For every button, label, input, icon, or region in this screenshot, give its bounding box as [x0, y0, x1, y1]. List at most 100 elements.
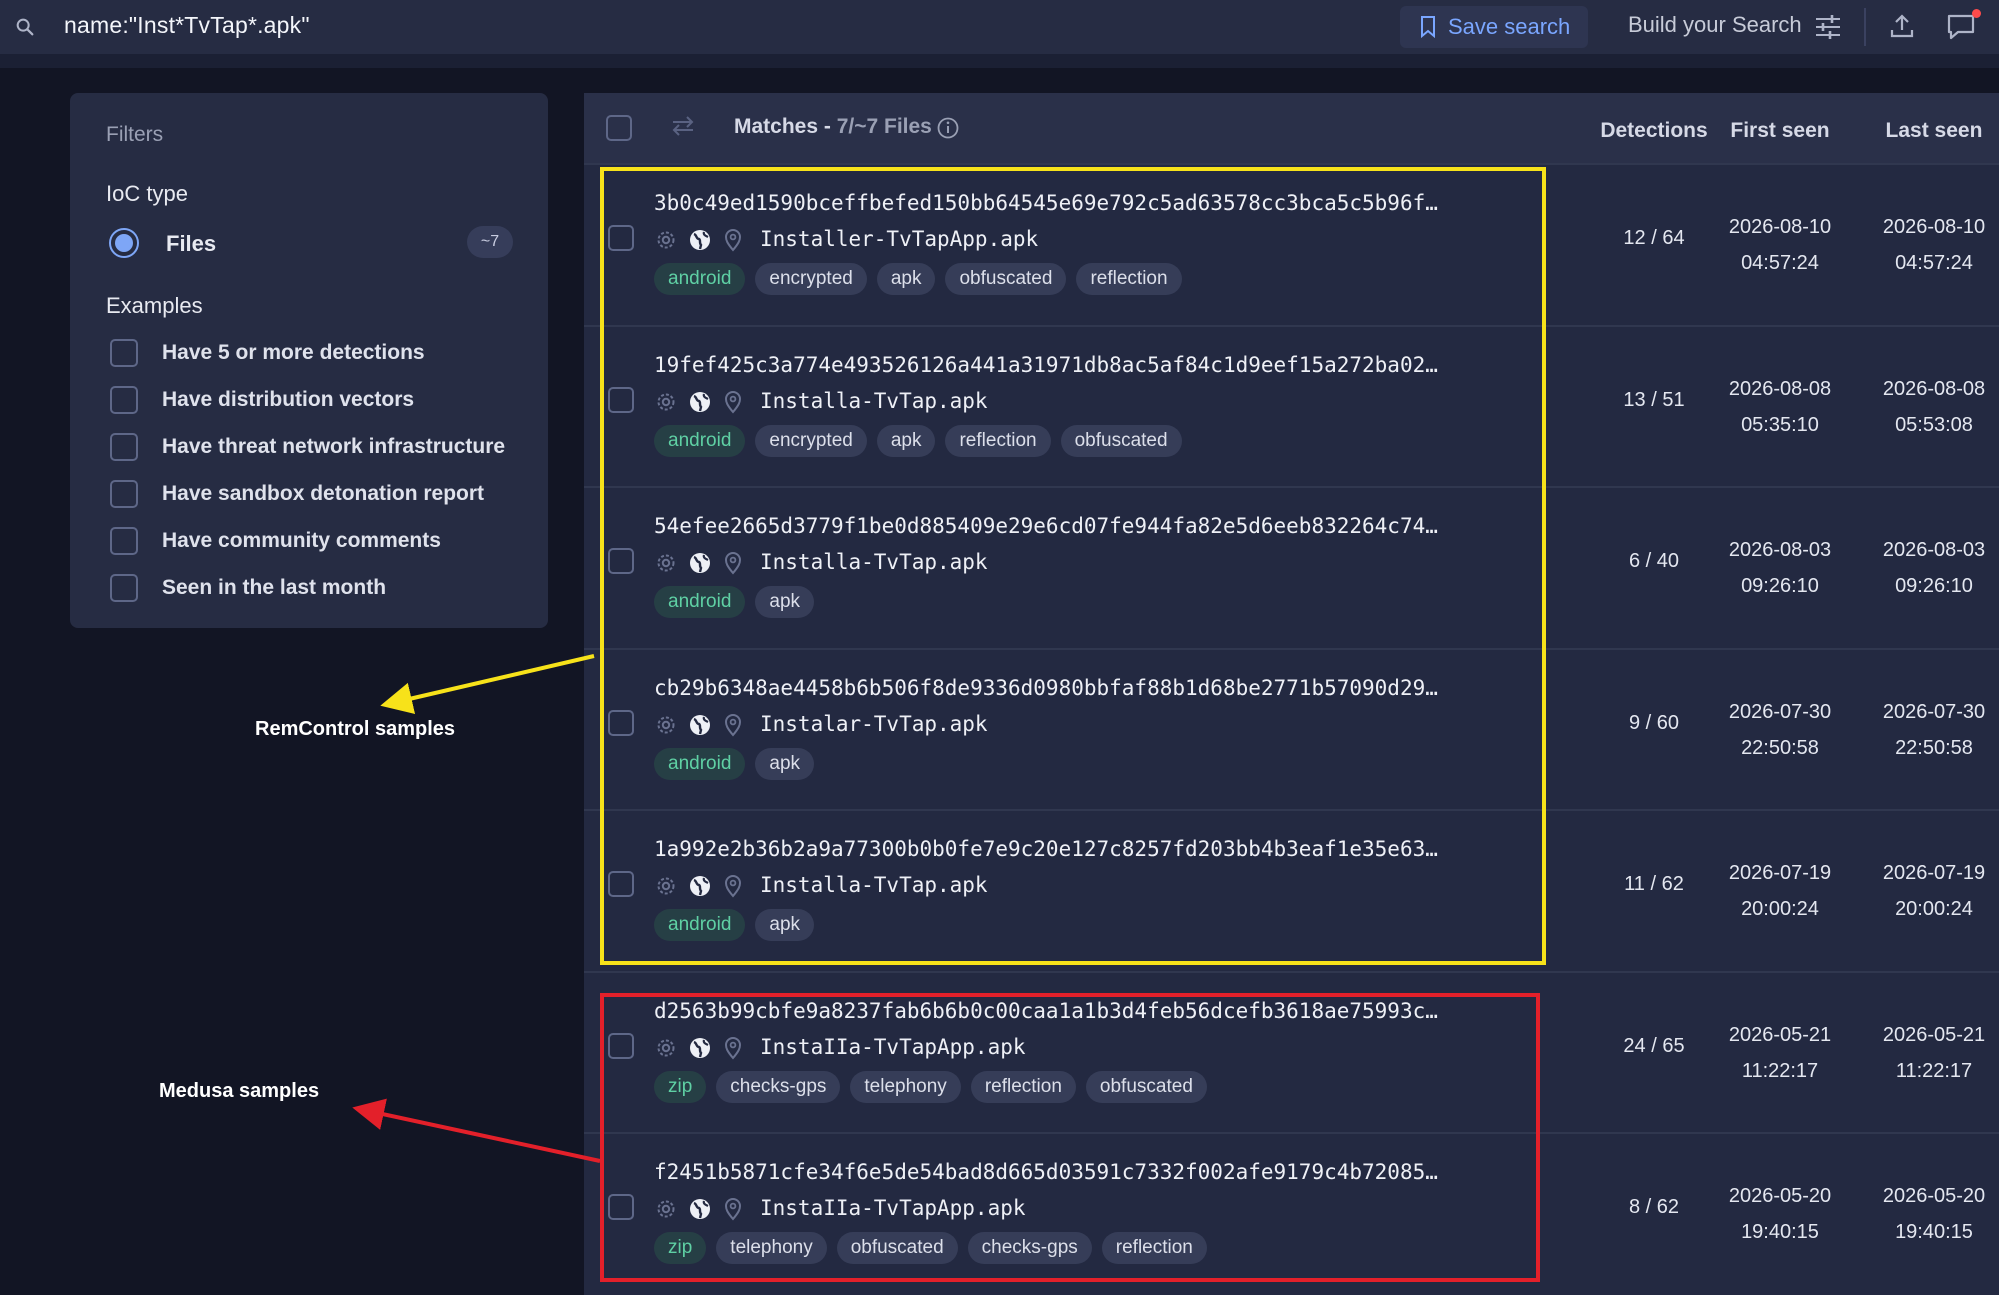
matches-count: 7/~7 Files	[836, 115, 932, 138]
example-label: Have threat network infrastructure	[162, 435, 506, 458]
swap-icon[interactable]	[670, 115, 696, 137]
last-seen-date: 2026-07-19	[1882, 862, 1986, 884]
first-seen-time: 04:57:24	[1741, 252, 1819, 274]
build-search-button[interactable]: Build your Search	[1628, 12, 1802, 38]
column-detections[interactable]: Detections	[1574, 119, 1734, 143]
first-seen-date: 2026-07-19	[1728, 862, 1832, 884]
example-checkbox[interactable]	[110, 527, 138, 555]
bookmark-icon	[1421, 16, 1435, 38]
files-radio-label[interactable]: Files	[166, 231, 216, 257]
top-search-bar: name:"Inst*TvTap*.apk" Save search Build…	[0, 0, 1999, 68]
detections-value[interactable]: 6 / 40	[1574, 550, 1734, 573]
tune-icon[interactable]	[1814, 14, 1842, 40]
first-seen-time: 19:40:15	[1741, 1221, 1819, 1243]
ioc-type-label: IoC type	[106, 181, 188, 206]
medusa-arrow	[352, 1098, 601, 1163]
files-count-badge: ~7	[467, 226, 513, 258]
filters-title: Filters	[106, 123, 164, 146]
last-seen-value: 2026-08-10 04:57:24	[1869, 209, 1999, 281]
first-seen-date: 2026-08-10	[1728, 216, 1832, 238]
first-seen-date: 2026-08-03	[1728, 539, 1832, 561]
last-seen-time: 19:40:15	[1895, 1221, 1973, 1243]
first-seen-date: 2026-07-30	[1728, 701, 1832, 723]
detections-value[interactable]: 24 / 65	[1574, 1035, 1734, 1058]
column-first-seen[interactable]: First seen	[1715, 119, 1845, 143]
top-bar-underline	[0, 54, 1999, 68]
example-checkbox[interactable]	[110, 433, 138, 461]
filters-panel: Filters IoC type Files ~7 Examples Have …	[70, 93, 548, 628]
medusa-label: Medusa samples	[159, 1080, 320, 1102]
example-checkbox[interactable]	[110, 574, 138, 602]
last-seen-time: 04:57:24	[1895, 252, 1973, 274]
first-seen-value: 2026-08-10 04:57:24	[1715, 209, 1845, 281]
last-seen-date: 2026-07-30	[1882, 701, 1986, 723]
last-seen-value: 2026-07-30 22:50:58	[1869, 694, 1999, 766]
example-filter-detections[interactable]: Have 5 or more detections	[110, 338, 425, 368]
example-filter-distribution[interactable]: Have distribution vectors	[110, 385, 414, 415]
detections-value[interactable]: 11 / 62	[1574, 873, 1734, 896]
first-seen-time: 09:26:10	[1741, 575, 1819, 597]
notification-dot	[1972, 9, 1981, 18]
detections-value[interactable]: 8 / 62	[1574, 1196, 1734, 1219]
example-checkbox[interactable]	[110, 386, 138, 414]
example-label: Have sandbox detonation report	[162, 482, 485, 505]
example-label: Have community comments	[162, 529, 441, 552]
first-seen-date: 2026-05-20	[1728, 1185, 1832, 1207]
last-seen-value: 2026-08-08 05:53:08	[1869, 371, 1999, 443]
first-seen-time: 11:22:17	[1741, 1060, 1819, 1082]
last-seen-time: 09:26:10	[1895, 575, 1973, 597]
example-filter-sandbox[interactable]: Have sandbox detonation report	[110, 479, 484, 509]
last-seen-value: 2026-08-03 09:26:10	[1869, 532, 1999, 604]
example-filter-network[interactable]: Have threat network infrastructure	[110, 432, 505, 462]
column-last-seen[interactable]: Last seen	[1869, 119, 1999, 143]
first-seen-time: 05:35:10	[1741, 414, 1819, 436]
example-filter-last-month[interactable]: Seen in the last month	[110, 573, 386, 603]
last-seen-date: 2026-05-20	[1882, 1185, 1986, 1207]
first-seen-value: 2026-05-21 11:22:17	[1715, 1017, 1845, 1089]
example-label: Seen in the last month	[162, 576, 387, 599]
first-seen-time: 20:00:24	[1741, 898, 1819, 920]
last-seen-value: 2026-05-20 19:40:15	[1869, 1178, 1999, 1250]
last-seen-time: 11:22:17	[1895, 1060, 1973, 1082]
search-input[interactable]: name:"Inst*TvTap*.apk"	[64, 12, 310, 39]
files-radio[interactable]	[109, 228, 139, 258]
example-checkbox[interactable]	[110, 339, 138, 367]
first-seen-value: 2026-08-03 09:26:10	[1715, 532, 1845, 604]
example-label: Have 5 or more detections	[162, 341, 425, 364]
matches-label: Matches -	[734, 115, 837, 138]
save-search-button[interactable]: Save search	[1400, 6, 1588, 48]
example-label: Have distribution vectors	[162, 388, 415, 411]
first-seen-date: 2026-08-08	[1728, 378, 1832, 400]
remcontrol-arrow	[380, 654, 595, 715]
remcontrol-highlight-box	[600, 167, 1546, 965]
detections-value[interactable]: 9 / 60	[1574, 712, 1734, 735]
last-seen-value: 2026-07-19 20:00:24	[1869, 855, 1999, 927]
last-seen-date: 2026-08-10	[1882, 216, 1986, 238]
info-icon[interactable]	[936, 116, 960, 140]
detections-value[interactable]: 12 / 64	[1574, 227, 1734, 250]
toolbar-divider	[1864, 8, 1866, 46]
last-seen-date: 2026-08-03	[1882, 539, 1986, 561]
first-seen-value: 2026-05-20 19:40:15	[1715, 1178, 1845, 1250]
last-seen-time: 22:50:58	[1895, 737, 1973, 759]
first-seen-value: 2026-07-19 20:00:24	[1715, 855, 1845, 927]
first-seen-date: 2026-05-21	[1728, 1024, 1832, 1046]
upload-icon[interactable]	[1888, 12, 1916, 40]
last-seen-date: 2026-08-08	[1882, 378, 1986, 400]
last-seen-time: 20:00:24	[1895, 898, 1973, 920]
search-icon[interactable]	[14, 16, 36, 38]
medusa-highlight-box	[600, 993, 1540, 1282]
example-checkbox[interactable]	[110, 480, 138, 508]
example-filter-comments[interactable]: Have community comments	[110, 526, 441, 556]
last-seen-time: 05:53:08	[1895, 414, 1973, 436]
detections-value[interactable]: 13 / 51	[1574, 389, 1734, 412]
first-seen-time: 22:50:58	[1741, 737, 1819, 759]
results-header: Matches - 7/~7 Files Detections First se…	[584, 93, 1999, 163]
last-seen-date: 2026-05-21	[1882, 1024, 1986, 1046]
first-seen-value: 2026-08-08 05:35:10	[1715, 371, 1845, 443]
last-seen-value: 2026-05-21 11:22:17	[1869, 1017, 1999, 1089]
save-search-label: Save search	[1448, 14, 1571, 39]
select-all-checkbox[interactable]	[606, 115, 632, 141]
first-seen-value: 2026-07-30 22:50:58	[1715, 694, 1845, 766]
examples-label: Examples	[106, 293, 203, 318]
